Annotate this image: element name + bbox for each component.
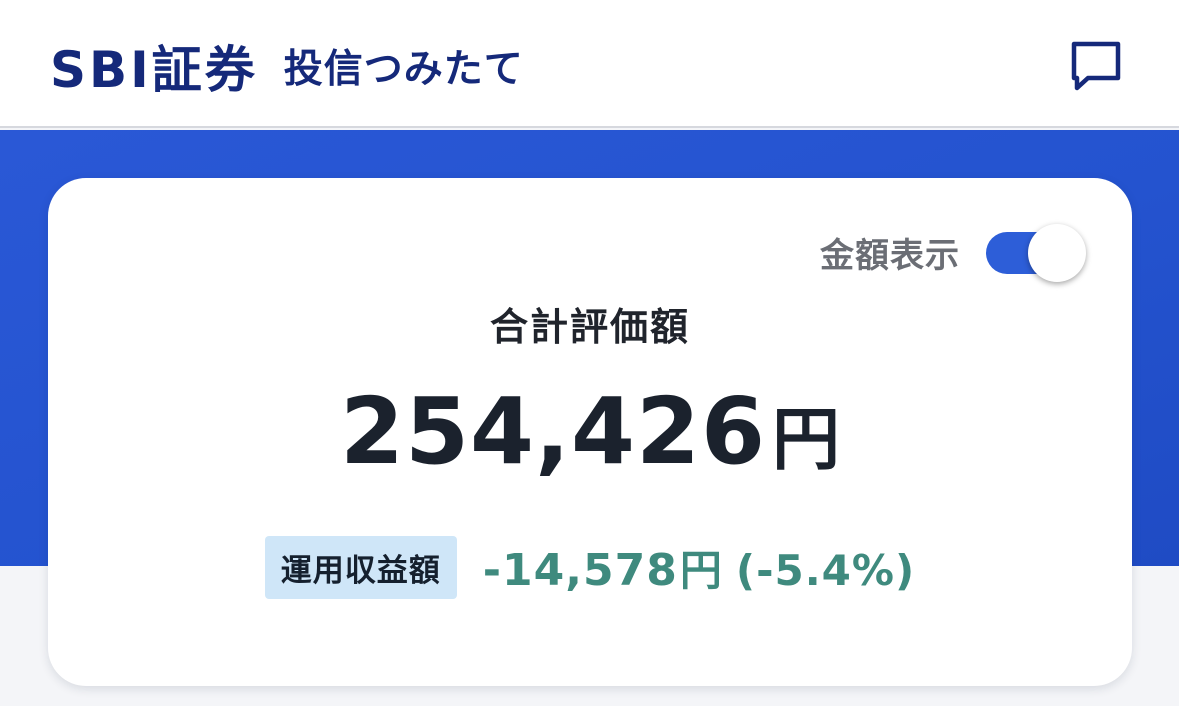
- amount-display-toggle[interactable]: [986, 222, 1088, 282]
- total-valuation-unit: 円: [772, 401, 841, 480]
- brand-logo: SBI証券: [50, 41, 258, 99]
- profit-loss-row: 運用収益額 -14,578円 (-5.4%): [48, 536, 1132, 599]
- profit-loss-amount: -14,578: [482, 545, 678, 596]
- profit-loss-value: -14,578円 (-5.4%): [483, 537, 915, 598]
- toggle-knob: [1028, 224, 1086, 282]
- chat-button[interactable]: [1060, 30, 1132, 102]
- app-header: SBI証券 投信つみたて: [0, 0, 1179, 128]
- app-screen: SBI証券 投信つみたて 金額表示 合計評価額 254,426円 運用収益額 -…: [0, 0, 1179, 706]
- total-valuation-amount: 254,426: [339, 378, 766, 485]
- total-valuation-label: 合計評価額: [489, 305, 690, 349]
- profit-loss-unit: 円: [679, 546, 722, 595]
- brand: SBI証券 投信つみたて: [50, 26, 524, 106]
- profit-loss-badge: 運用収益額: [264, 536, 457, 599]
- total-valuation-value: 254,426円: [48, 378, 1132, 485]
- product-name: 投信つみたて: [283, 47, 524, 92]
- amount-display-label: 金額表示: [820, 235, 960, 276]
- portfolio-summary-card: 金額表示 合計評価額 254,426円 運用収益額 -14,578円 (-5.4%…: [48, 178, 1132, 686]
- amount-display-toggle-row: 金額表示: [820, 222, 1088, 282]
- profit-loss-percent: (-5.4%): [735, 546, 916, 595]
- chat-bubble-icon: [1071, 41, 1121, 91]
